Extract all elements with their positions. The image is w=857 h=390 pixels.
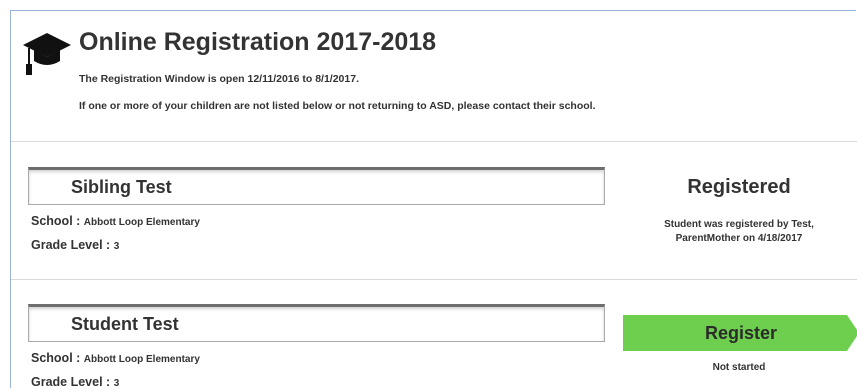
school-info: School : Abbott Loop Elementary <box>31 214 200 228</box>
registration-status-note: Student was registered by Test, ParentMo… <box>623 218 855 246</box>
registration-window-notice: The Registration Window is open 12/11/20… <box>79 73 359 85</box>
registration-panel: Online Registration 2017-2018 The Regist… <box>10 10 857 390</box>
student-name-box: Sibling Test <box>28 167 605 205</box>
student-name-box: Student Test <box>28 304 605 342</box>
status-note-line-2: ParentMother on 4/18/2017 <box>675 233 803 244</box>
contact-school-notice: If one or more of your children are not … <box>79 100 596 112</box>
school-label: School : <box>31 351 81 365</box>
grade-info: Grade Level : 3 <box>31 375 119 389</box>
registration-status: Registered <box>687 176 791 198</box>
school-info: School : Abbott Loop Elementary <box>31 351 200 365</box>
grade-label: Grade Level : <box>31 375 111 389</box>
student-card: Student Test School : Abbott Loop Elemen… <box>11 280 857 390</box>
student-name: Sibling Test <box>71 177 172 197</box>
graduation-cap-icon <box>23 33 71 75</box>
school-label: School : <box>31 214 81 228</box>
school-value: Abbott Loop Elementary <box>83 217 200 228</box>
registration-status-note: Not started <box>712 362 766 373</box>
grade-info: Grade Level : 3 <box>31 238 119 252</box>
student-card: Sibling Test School : Abbott Loop Elemen… <box>11 142 857 280</box>
register-button[interactable]: Register <box>623 315 857 351</box>
page-title: Online Registration 2017-2018 <box>79 28 437 56</box>
student-name: Student Test <box>71 314 179 334</box>
registration-header: Online Registration 2017-2018 The Regist… <box>11 11 857 142</box>
grade-value: 3 <box>113 378 120 389</box>
school-value: Abbott Loop Elementary <box>83 354 200 365</box>
grade-label: Grade Level : <box>31 238 111 252</box>
status-note-line-1: Student was registered by Test, <box>664 219 814 230</box>
grade-value: 3 <box>113 241 120 252</box>
